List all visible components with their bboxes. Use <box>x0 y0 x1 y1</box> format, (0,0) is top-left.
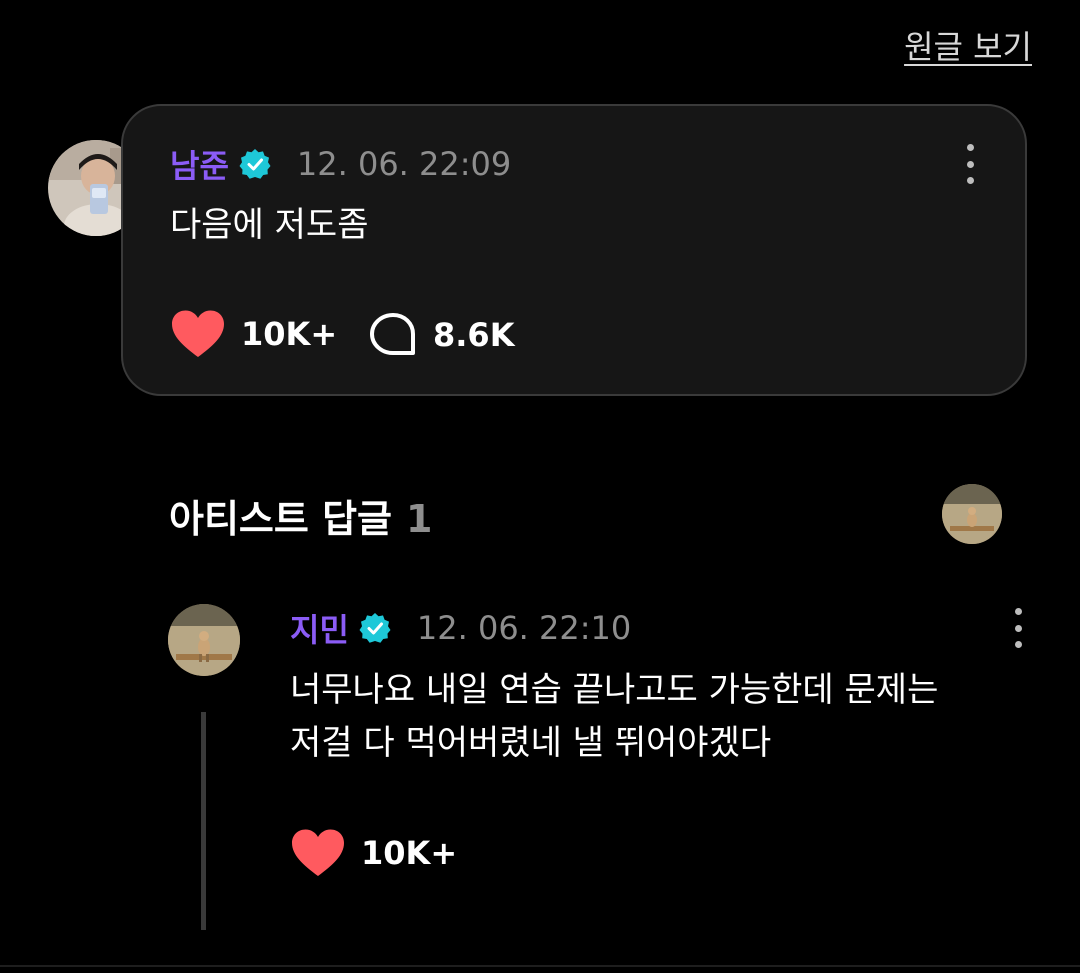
reply-author[interactable]: 지민 <box>290 605 349 651</box>
artist-replies-header: 아티스트 답글 1 <box>169 488 432 543</box>
speech-bubble-icon <box>370 313 415 355</box>
bottom-divider <box>0 965 1080 967</box>
reply-timestamp: 12. 06. 22:10 <box>416 609 632 647</box>
verified-badge-icon <box>359 613 391 643</box>
comment-like-button[interactable]: 10K+ <box>171 310 337 358</box>
comment-text: 다음에 저도좀 <box>170 205 369 245</box>
reply-like-button[interactable]: 10K+ <box>291 829 457 877</box>
verified-badge-icon <box>239 149 271 179</box>
comment-timestamp: 12. 06. 22:09 <box>296 145 512 183</box>
thread-line <box>201 712 206 930</box>
comment-reply-button[interactable]: 8.6K <box>369 312 514 358</box>
view-original-link[interactable]: 원글 보기 <box>904 22 1032 68</box>
heart-icon <box>292 829 344 876</box>
artist-replies-avatar[interactable] <box>942 484 1002 544</box>
comment-author[interactable]: 남준 <box>170 141 229 187</box>
reply-more-icon[interactable] <box>1008 608 1028 648</box>
artist-replies-title: 아티스트 답글 <box>169 497 392 541</box>
artist-replies-count: 1 <box>406 497 433 541</box>
comment-like-count: 10K+ <box>241 315 338 353</box>
comment-meta: 남준 12. 06. 22:09 <box>170 142 511 186</box>
reply-meta: 지민 12. 06. 22:10 <box>290 606 631 650</box>
heart-icon <box>172 310 224 357</box>
reply-text: 너무나요 내일 연습 끝나고도 가능한데 문제는 저걸 다 먹어버렸네 낼 뛰어… <box>290 670 939 763</box>
replier-avatar[interactable] <box>168 604 240 676</box>
comment-more-icon[interactable] <box>960 144 980 184</box>
comment-reply-count: 8.6K <box>433 316 515 354</box>
reply-like-count: 10K+ <box>361 834 458 872</box>
